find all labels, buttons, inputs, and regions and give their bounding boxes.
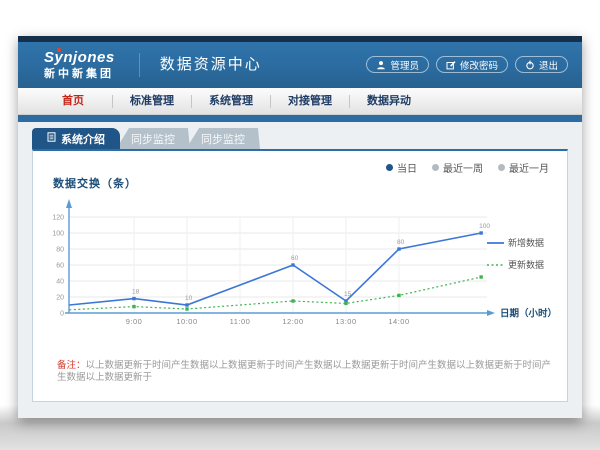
radio-label: 最近一月: [509, 160, 549, 175]
logo: Synjones 新中新集团: [44, 50, 115, 80]
svg-text:60: 60: [291, 255, 299, 262]
data-exchange-line-chart: 0 20 40 60 80 100 120 9:00 10:00 11:00 12:00 13:00 1…: [39, 193, 559, 338]
nav-item-standard-management[interactable]: 标准管理: [113, 88, 191, 114]
svg-text:0: 0: [60, 311, 64, 318]
tab-label: 同步监控: [201, 131, 245, 147]
svg-text:120: 120: [52, 215, 64, 222]
power-icon: [525, 60, 535, 70]
tab-system-introduction[interactable]: 系统介绍: [32, 128, 120, 149]
tab-label: 系统介绍: [61, 131, 105, 147]
admin-button-label: 管理员: [390, 58, 419, 72]
logo-wordmark: Synjones: [44, 49, 115, 66]
svg-text:15: 15: [344, 291, 352, 298]
svg-text:80: 80: [56, 247, 64, 254]
tab-sync-monitoring-1[interactable]: 同步监控: [116, 128, 190, 149]
header: Synjones 新中新集团 数据资源中心 管理员 修改密码: [18, 42, 582, 88]
logo-text: Synjones: [44, 50, 115, 67]
page-title: 数据资源中心: [139, 53, 262, 77]
radio-dot-icon: [432, 164, 439, 171]
edit-icon: [446, 60, 456, 70]
svg-text:14:00: 14:00: [388, 317, 409, 326]
admin-button[interactable]: 管理员: [366, 56, 429, 73]
svg-text:60: 60: [56, 263, 64, 270]
app-window: Synjones 新中新集团 数据资源中心 管理员 修改密码: [18, 36, 582, 418]
content-area: 系统介绍 同步监控 同步监控 当日 最近一周: [18, 122, 582, 402]
svg-text:11:00: 11:00: [230, 317, 251, 326]
svg-text:40: 40: [56, 279, 64, 286]
tab-sync-monitoring-2[interactable]: 同步监控: [186, 128, 260, 149]
svg-text:10:00: 10:00: [176, 317, 197, 326]
radio-last-month[interactable]: 最近一月: [498, 160, 549, 175]
y-axis-title: 数据交换（条）: [53, 175, 137, 191]
change-password-button[interactable]: 修改密码: [436, 56, 508, 73]
change-password-button-label: 修改密码: [460, 58, 498, 72]
svg-text:20: 20: [56, 295, 64, 302]
nav-item-docking-management[interactable]: 对接管理: [271, 88, 349, 114]
svg-text:100: 100: [52, 231, 64, 238]
chart-panel: 当日 最近一周 最近一月 数据交换（条） 0 20 40 60 80 100 120 9:00…: [32, 149, 568, 402]
time-range-radio-group: 当日 最近一周 最近一月: [386, 160, 549, 175]
tab-label: 同步监控: [131, 131, 175, 147]
user-area: 管理员 修改密码 退出: [366, 56, 568, 73]
svg-text:13:00: 13:00: [335, 317, 356, 326]
nav-item-home[interactable]: 首页: [34, 88, 112, 114]
logo-subtext: 新中新集团: [44, 68, 115, 80]
radio-today[interactable]: 当日: [386, 160, 417, 175]
radio-last-week[interactable]: 最近一周: [432, 160, 483, 175]
legend-label: 更新数据: [508, 259, 544, 270]
legend-label: 新增数据: [508, 237, 544, 248]
nav-accent-strip: [18, 115, 582, 122]
logout-button-label: 退出: [539, 58, 558, 72]
svg-text:9:00: 9:00: [126, 317, 143, 326]
nav-item-data-changes[interactable]: 数据异动: [350, 88, 428, 114]
svg-text:日期（小时）: 日期（小时）: [500, 308, 557, 320]
document-icon: [47, 132, 56, 145]
svg-text:18: 18: [132, 289, 140, 296]
svg-text:10: 10: [185, 295, 193, 302]
radio-label: 最近一周: [443, 160, 483, 175]
radio-label: 当日: [397, 160, 417, 175]
radio-dot-icon: [498, 164, 505, 171]
svg-text:100: 100: [479, 223, 490, 230]
logout-button[interactable]: 退出: [515, 56, 568, 73]
main-nav: 首页 标准管理 系统管理 对接管理 数据异动: [18, 88, 582, 115]
footnote-text: 以上数据更新于时间产生数据以上数据更新于时间产生数据以上数据更新于时间产生数据以…: [57, 360, 551, 383]
footnote: 备注：以上数据更新于时间产生数据以上数据更新于时间产生数据以上数据更新于时间产生…: [57, 360, 553, 385]
user-icon: [376, 60, 386, 70]
svg-text:12:00: 12:00: [282, 317, 303, 326]
footnote-label: 备注：: [57, 360, 86, 371]
tab-bar: 系统介绍 同步监控 同步监控: [32, 128, 582, 149]
radio-dot-icon: [386, 164, 393, 171]
svg-text:80: 80: [397, 239, 405, 246]
nav-item-system-management[interactable]: 系统管理: [192, 88, 270, 114]
